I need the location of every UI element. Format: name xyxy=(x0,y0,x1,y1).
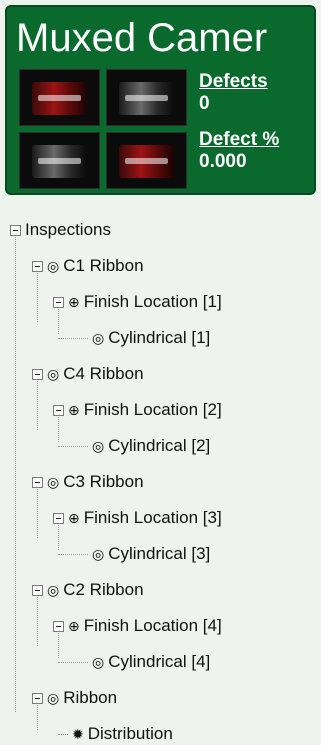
tree-guide xyxy=(58,446,88,447)
camera-thumbnail[interactable] xyxy=(19,69,100,126)
tree-node[interactable]: ◎ C1 Ribbon xyxy=(32,252,144,280)
tree-node-label: Cylindrical [4] xyxy=(108,652,211,671)
defect-percent-label: Defect % xyxy=(199,129,280,150)
tree-node[interactable]: ◎ Cylindrical [4] xyxy=(88,648,210,676)
target-icon: ◎ xyxy=(47,258,60,274)
tree-node-label: Cylindrical [3] xyxy=(108,544,211,563)
collapse-icon[interactable] xyxy=(32,692,43,704)
app-window: Muxed Camer Defects 0 Defect % 0.000 Ins… xyxy=(0,0,321,745)
collapse-icon[interactable] xyxy=(32,476,43,488)
tree-node-label: Finish Location [1] xyxy=(83,292,222,311)
collapse-icon[interactable] xyxy=(32,260,43,272)
collapse-icon[interactable] xyxy=(53,512,64,524)
target-icon: ◎ xyxy=(47,474,60,490)
camera-thumbnail[interactable] xyxy=(19,132,100,189)
tree-node-label: C1 Ribbon xyxy=(63,256,144,275)
target-icon: ◎ xyxy=(92,438,105,454)
target-icon: ◎ xyxy=(47,366,60,382)
tree-node-inspections[interactable]: Inspections xyxy=(10,216,111,244)
defect-stats: Defects 0 Defect % 0.000 xyxy=(199,71,314,187)
tree-node[interactable]: ⊕ Finish Location [3] xyxy=(53,504,222,532)
tree-node[interactable]: ◎ C2 Ribbon xyxy=(32,576,144,604)
collapse-icon[interactable] xyxy=(53,296,64,308)
camera-summary-panel: Muxed Camer Defects 0 Defect % 0.000 xyxy=(5,5,316,195)
tree-node[interactable]: ◎ C4 Ribbon xyxy=(32,360,144,388)
tree-node-label: Cylindrical [2] xyxy=(108,436,211,455)
tree-guide xyxy=(58,554,88,555)
camera-thumbnails xyxy=(19,69,187,189)
defects-label: Defects xyxy=(199,71,268,92)
target-icon: ◎ xyxy=(47,582,60,598)
collapse-icon[interactable] xyxy=(10,224,21,236)
tree-node-label: Ribbon xyxy=(63,688,118,707)
tree-node-label: Finish Location [3] xyxy=(83,508,222,527)
tree-node[interactable]: ✹ Distribution xyxy=(68,720,173,745)
tree-node[interactable]: ⊕ Finish Location [4] xyxy=(53,612,222,640)
tree-node[interactable]: ◎ Cylindrical [1] xyxy=(88,324,210,352)
tree-node[interactable]: ◎ C3 Ribbon xyxy=(32,468,144,496)
tree-node-label: Cylindrical [1] xyxy=(108,328,211,347)
target-icon: ◎ xyxy=(47,690,60,706)
panel-title: Muxed Camer xyxy=(16,16,268,60)
collapse-icon[interactable] xyxy=(32,584,43,596)
tree-guide xyxy=(15,234,16,712)
tree-guide xyxy=(58,338,88,339)
defects-value: 0 xyxy=(199,93,210,114)
crosshair-icon: ⊕ xyxy=(68,618,80,634)
tree-guide xyxy=(58,734,68,735)
tree-node[interactable]: ◎ Cylindrical [2] xyxy=(88,432,210,460)
tree-node-label: C4 Ribbon xyxy=(63,364,144,383)
tree-node[interactable]: ◎ Cylindrical [3] xyxy=(88,540,210,568)
tree-node-label: C2 Ribbon xyxy=(63,580,144,599)
collapse-icon[interactable] xyxy=(32,368,43,380)
crosshair-icon: ⊕ xyxy=(68,510,80,526)
target-icon: ◎ xyxy=(92,654,105,670)
tree-node-label: Finish Location [2] xyxy=(83,400,222,419)
defect-percent-value: 0.000 xyxy=(199,151,247,172)
collapse-icon[interactable] xyxy=(53,404,64,416)
target-icon: ◎ xyxy=(92,546,105,562)
target-icon: ◎ xyxy=(92,330,105,346)
tree-node-label: Finish Location [4] xyxy=(83,616,222,635)
tree-guide xyxy=(58,662,88,663)
tree-node-label: Distribution xyxy=(87,724,173,743)
crosshair-icon: ⊕ xyxy=(68,402,80,418)
asterisk-icon: ✹ xyxy=(72,726,84,742)
collapse-icon[interactable] xyxy=(53,620,64,632)
camera-thumbnail[interactable] xyxy=(106,69,187,126)
tree-node[interactable]: ⊕ Finish Location [1] xyxy=(53,288,222,316)
tree-node[interactable]: ⊕ Finish Location [2] xyxy=(53,396,222,424)
camera-thumbnail[interactable] xyxy=(106,132,187,189)
tree-node[interactable]: ◎ Ribbon xyxy=(32,684,117,712)
crosshair-icon: ⊕ xyxy=(68,294,80,310)
tree-node-label: C3 Ribbon xyxy=(63,472,144,491)
tree-node-label: Inspections xyxy=(25,220,111,239)
